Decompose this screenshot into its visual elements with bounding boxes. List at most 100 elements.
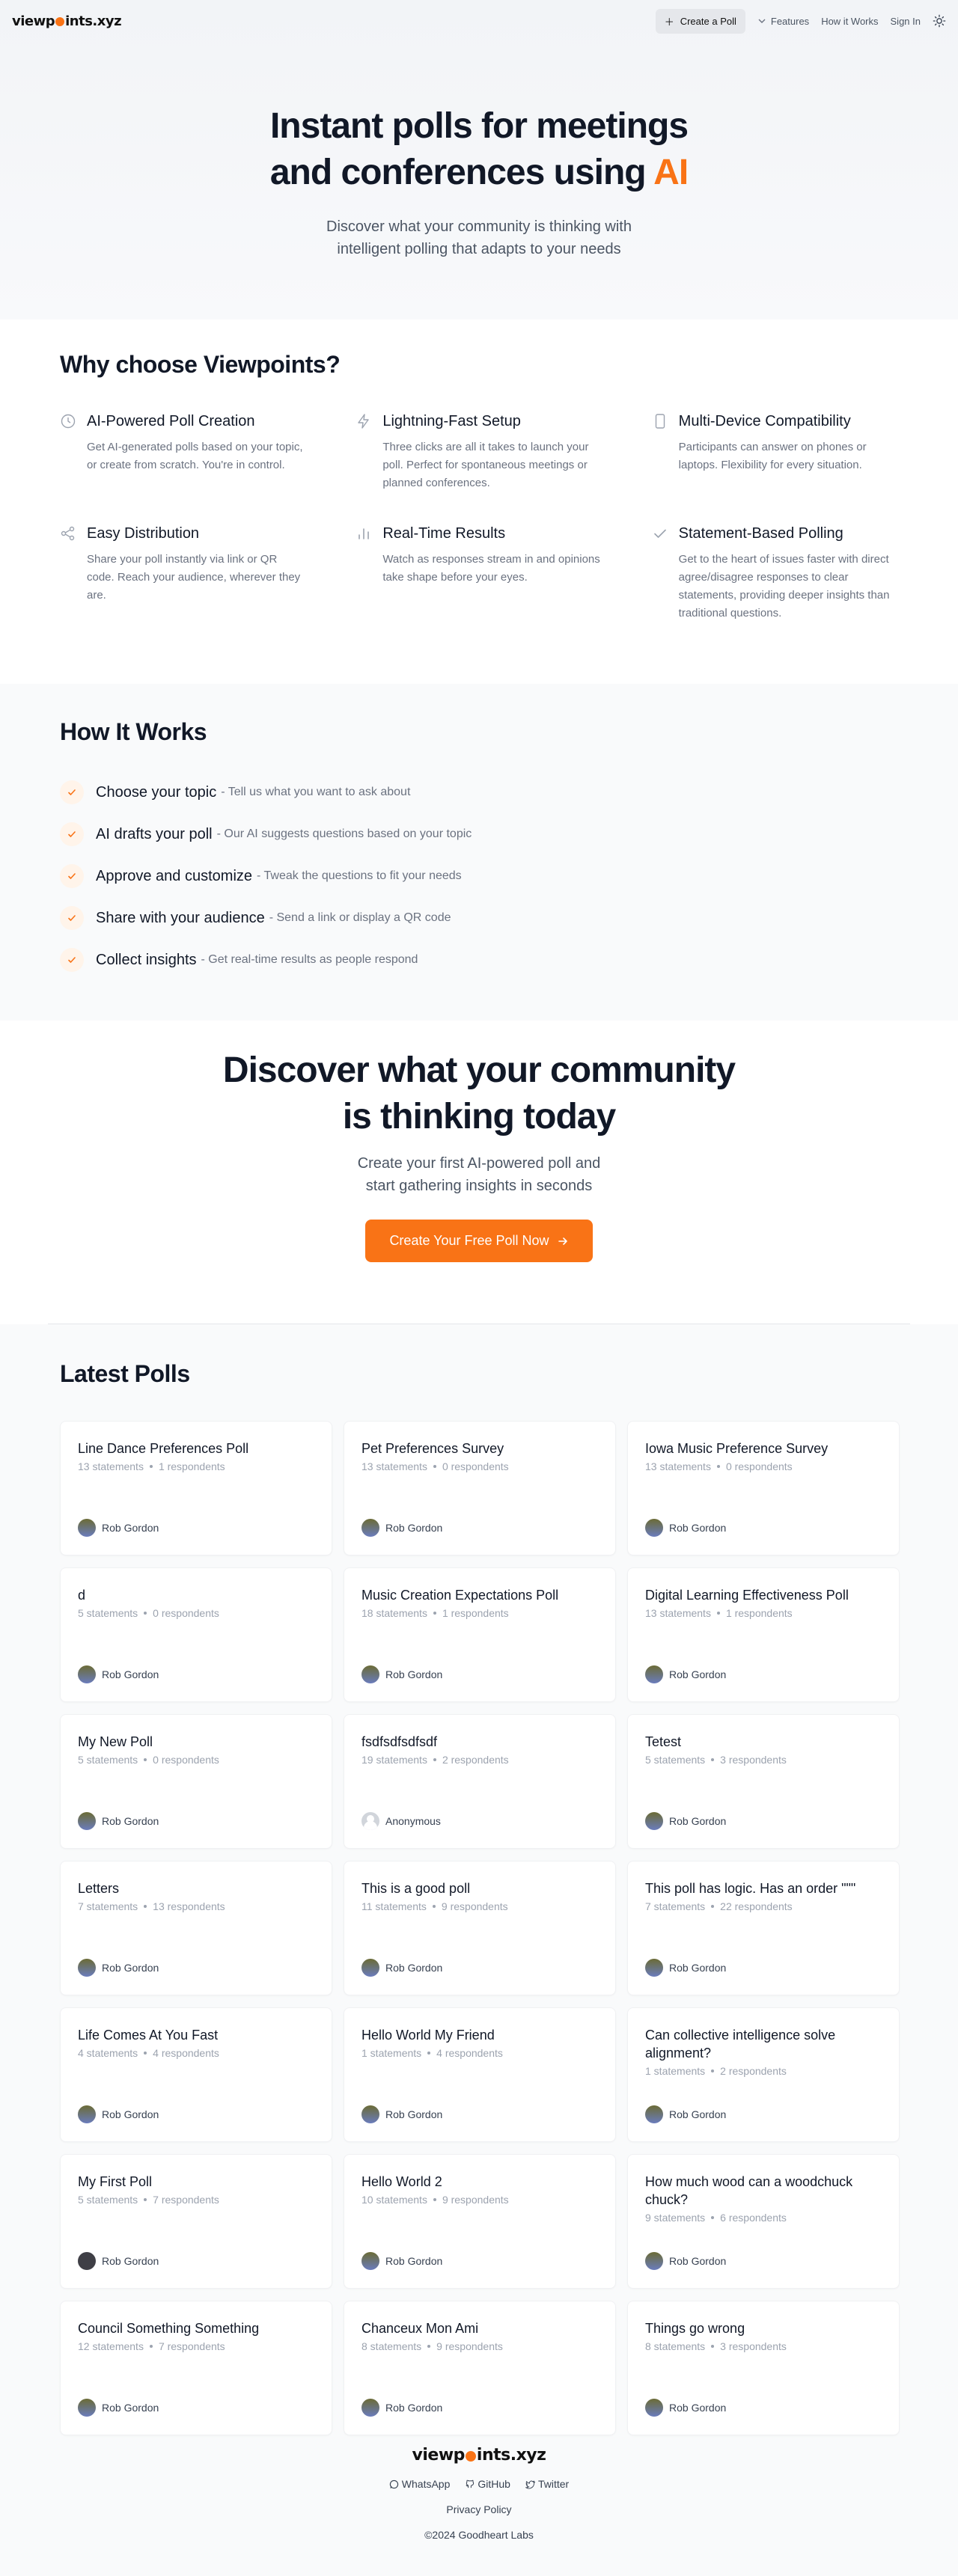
poll-meta: 5 statements 7 respondents	[78, 2194, 314, 2206]
poll-meta: 5 statements 0 respondents	[78, 1754, 314, 1766]
poll-author-name: Rob Gordon	[669, 1962, 727, 1974]
separator-dot	[149, 1465, 153, 1468]
poll-card[interactable]: Hello World My Friend 1 statements 4 respo…	[344, 2007, 616, 2142]
hero-title-line-1: Instant polls for meetings	[269, 106, 689, 146]
poll-author-name: Rob Gordon	[102, 2255, 159, 2267]
poll-title: fsdfsdfsdfsdf	[361, 1734, 438, 1749]
github-link[interactable]: GitHub	[465, 2478, 510, 2490]
site-logo[interactable]: viewp ints.xyz	[12, 13, 122, 29]
avatar	[78, 2252, 96, 2270]
poll-meta: 1 statements 2 respondents	[645, 2065, 882, 2077]
poll-card[interactable]: d 5 statements 0 respondents Rob Gordon	[60, 1567, 332, 1702]
poll-card[interactable]: Line Dance Preferences Poll 13 statements…	[60, 1421, 332, 1555]
poll-author: Anonymous	[361, 1812, 441, 1830]
footer-logo[interactable]: viewp ints.xyz	[0, 2446, 958, 2465]
step-item: Share with your audience - Send a link or…	[60, 897, 898, 939]
poll-card[interactable]: Tetest 5 statements 3 respondents Rob Gordo…	[627, 1714, 900, 1849]
poll-meta: 1 statements 4 respondents	[361, 2047, 598, 2059]
poll-author: Rob Gordon	[361, 1519, 442, 1537]
poll-card[interactable]: This poll has logic. Has an order """ 7 s…	[627, 1861, 900, 1995]
poll-statements-count: 5 statements	[78, 1754, 138, 1766]
features-label: Features	[770, 15, 810, 27]
brain-icon	[61, 414, 76, 429]
poll-meta: 4 statements 4 respondents	[78, 2047, 314, 2059]
hero-subtitle-line-1: Discover what your community is thinking…	[326, 218, 632, 235]
poll-title: Iowa Music Preference Survey	[645, 1441, 829, 1456]
cta-subtitle-line-1: Create your first AI-powered poll and	[357, 1155, 601, 1172]
avatar	[645, 1665, 663, 1683]
logo-text-end: ints.xyz	[65, 13, 122, 29]
separator-dot	[433, 1612, 436, 1615]
lightning-icon	[358, 414, 370, 429]
poll-respondents-count: 0 respondents	[442, 1460, 509, 1472]
poll-author-name: Rob Gordon	[669, 2255, 727, 2267]
github-label: GitHub	[478, 2478, 510, 2490]
separator-dot	[711, 2345, 715, 2348]
feature-title: Statement-Based Polling	[678, 525, 843, 542]
poll-statements-count: 9 statements	[645, 2212, 706, 2224]
poll-statements-count: 11 statements	[361, 1900, 427, 1912]
poll-title: Pet Preferences Survey	[361, 1441, 504, 1456]
poll-respondents-count: 13 respondents	[153, 1900, 225, 1912]
logo-text-start: viewp	[12, 13, 55, 29]
theme-toggle-sun-icon[interactable]	[933, 14, 946, 28]
poll-card[interactable]: Letters 7 statements 13 respondents Rob Gor…	[60, 1861, 332, 1995]
poll-card[interactable]: My First Poll 5 statements 7 respondents Ro…	[60, 2154, 332, 2289]
whatsapp-link[interactable]: WhatsApp	[389, 2478, 450, 2490]
feature-card: AI-Powered Poll Creation Get AI-generated…	[60, 412, 306, 492]
feature-title: Lightning-Fast Setup	[382, 413, 521, 429]
poll-author: Rob Gordon	[645, 2105, 726, 2123]
poll-card[interactable]: Things go wrong 8 statements 3 respondents…	[627, 2301, 900, 2435]
poll-meta: 11 statements 9 respondents	[361, 1900, 598, 1912]
cta-title-line-1: Discover what your community	[222, 1050, 736, 1090]
poll-card[interactable]: How much wood can a woodchuck chuck? 9 st…	[627, 2154, 900, 2289]
poll-respondents-count: 2 respondents	[720, 2065, 787, 2077]
poll-statements-count: 5 statements	[78, 1607, 138, 1619]
step-item: Choose your topic - Tell us what you want…	[60, 771, 898, 813]
poll-card[interactable]: My New Poll 5 statements 0 respondents Rob …	[60, 1714, 332, 1849]
features-link[interactable]: Features	[757, 16, 809, 27]
poll-card[interactable]: Council Something Something 12 statements…	[60, 2301, 332, 2435]
poll-card[interactable]: Can collective intelligence solve alignm…	[627, 2007, 900, 2142]
hero-subtitle-line-2: intelligent polling that adapts to your …	[337, 241, 621, 257]
poll-author-name: Rob Gordon	[669, 1522, 727, 1534]
poll-card[interactable]: Hello World 2 10 statements 9 respondents R…	[344, 2154, 616, 2289]
create-free-poll-button[interactable]: Create Your Free Poll Now	[365, 1220, 593, 1262]
poll-card[interactable]: This is a good poll 11 statements 9 respon…	[344, 1861, 616, 1995]
step-item: Collect insights - Get real-time results …	[60, 939, 898, 981]
avatar	[645, 2399, 663, 2417]
poll-title: Can collective intelligence solve alignm…	[645, 2028, 836, 2061]
poll-meta: 12 statements 7 respondents	[78, 2340, 314, 2352]
privacy-policy-label: Privacy Policy	[446, 2503, 512, 2515]
poll-card[interactable]: Music Creation Expectations Poll 18 state…	[344, 1567, 616, 1702]
features-grid: AI-Powered Poll Creation Get AI-generated…	[60, 412, 898, 622]
poll-author-name: Rob Gordon	[669, 1815, 727, 1827]
sign-in-link[interactable]: Sign In	[891, 16, 921, 27]
latest-polls-title: Latest Polls	[60, 1360, 190, 1387]
share-icon	[61, 526, 75, 541]
twitter-link[interactable]: Twitter	[525, 2478, 569, 2490]
check-icon	[653, 529, 666, 538]
poll-author-name: Rob Gordon	[102, 1668, 159, 1680]
privacy-policy-link[interactable]: Privacy Policy	[0, 2503, 958, 2515]
create-free-poll-label: Create Your Free Poll Now	[389, 1233, 549, 1248]
poll-card[interactable]: fsdfsdfsdfsdf 19 statements 2 respondents A…	[344, 1714, 616, 1849]
poll-card[interactable]: Chanceux Mon Ami 8 statements 9 respondent…	[344, 2301, 616, 2435]
poll-title: Hello World 2	[361, 2174, 442, 2189]
poll-author: Rob Gordon	[645, 2252, 726, 2270]
feature-description: Get AI-generated polls based on your top…	[87, 441, 303, 471]
poll-card[interactable]: Pet Preferences Survey 13 statements 0 res…	[344, 1421, 616, 1555]
poll-statements-count: 8 statements	[645, 2340, 706, 2352]
poll-author: Rob Gordon	[361, 1665, 442, 1683]
step-description: - Tweak the questions to fit your needs	[257, 869, 462, 882]
poll-card[interactable]: Life Comes At You Fast 4 statements 4 resp…	[60, 2007, 332, 2142]
poll-author: Rob Gordon	[78, 2252, 159, 2270]
create-poll-button[interactable]: ＋ Create a Poll	[655, 8, 745, 34]
poll-meta: 18 statements 1 respondents	[361, 1607, 598, 1619]
poll-card[interactable]: Digital Learning Effectiveness Poll 13 st…	[627, 1567, 900, 1702]
how-it-works-link[interactable]: How it Works	[821, 16, 878, 27]
poll-card[interactable]: Iowa Music Preference Survey 13 statement…	[627, 1421, 900, 1555]
avatar	[645, 1519, 663, 1537]
avatar	[78, 1519, 96, 1537]
cta-title-line-2: is thinking today	[342, 1097, 616, 1136]
